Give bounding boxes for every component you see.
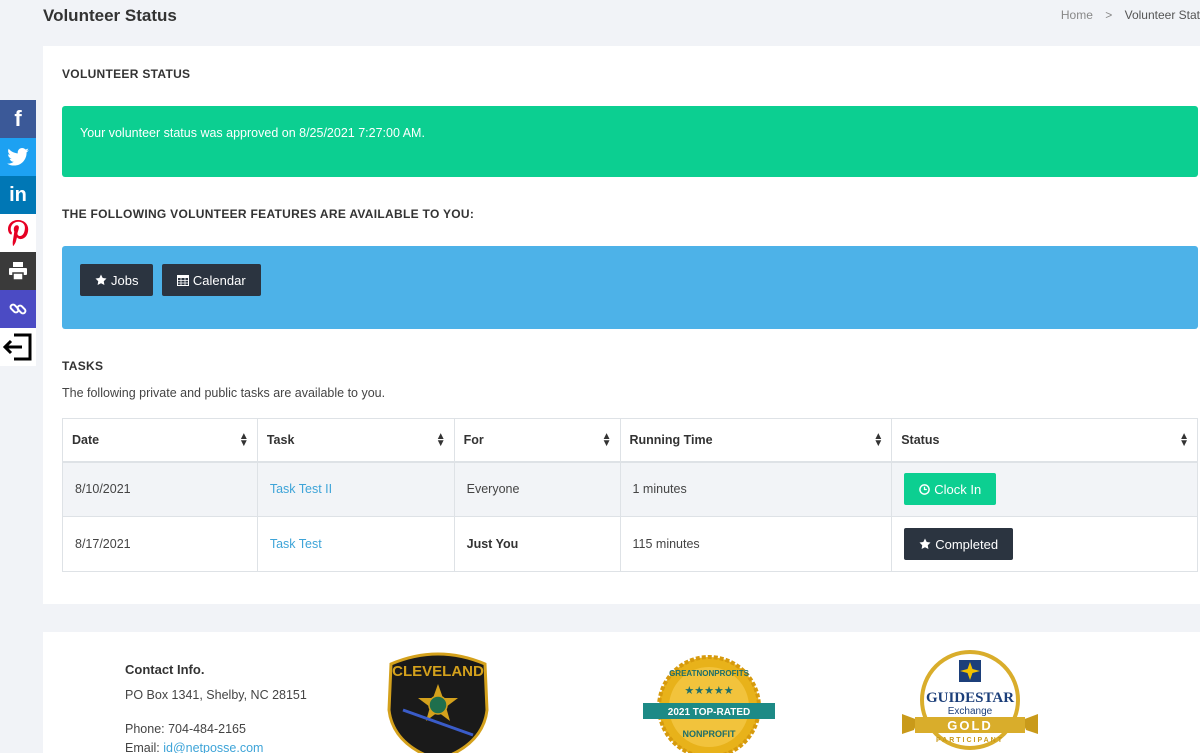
star-icon [95,274,107,285]
column-header-date[interactable]: Date ▲ ▼ [62,418,258,463]
cell-for: Just You [453,516,621,572]
twitter-icon[interactable] [0,138,36,176]
column-header-running-time[interactable]: Running Time ▲ ▼ [619,418,893,463]
guidestar-badge-logo: GUIDESTAR Exchange GOLD PARTICIPANT [902,650,1038,750]
table-row: 8/17/2021 Task Test Just You 115 minutes… [62,516,1198,572]
svg-text:Exchange: Exchange [948,706,993,717]
clock-icon [919,483,931,495]
contact-title: Contact Info. [125,662,205,677]
cell-status: Completed [891,516,1198,572]
linkedin-icon[interactable]: in [0,176,36,214]
contact-email: Email: id@netposse.com [125,741,264,753]
completed-button[interactable]: Completed [904,528,1014,560]
table-header-row: Date ▲ ▼ Task ▲ ▼ For ▲ ▼ Running Time ▲ ▼ Statu… [62,418,1198,463]
calendar-icon [176,275,189,286]
svg-text:PARTICIPANT: PARTICIPANT [936,737,1004,744]
breadcrumb-home[interactable]: Home [1061,8,1093,22]
tasks-title: TASKS [62,359,104,373]
column-header-for[interactable]: For ▲ ▼ [453,418,621,463]
calendar-button[interactable]: Calendar [161,264,261,296]
breadcrumb-separator: > [1105,8,1113,22]
social-share-bar: f in [0,100,36,366]
page-title: Volunteer Status [43,6,177,25]
volunteer-status-title: VOLUNTEER STATUS [62,67,191,81]
contact-address: PO Box 1341, Shelby, NC 28151 [125,688,307,702]
svg-text:★★★★★: ★★★★★ [684,684,733,697]
email-link[interactable]: id@netposse.com [163,741,263,753]
task-link[interactable]: Task Test II [256,461,455,517]
approval-message: Your volunteer status was approved on 8/… [80,126,425,140]
cell-status: Clock In [891,461,1198,517]
svg-text:CLEVELAND: CLEVELAND [392,663,484,680]
features-title: THE FOLLOWING VOLUNTEER FEATURES ARE AVA… [62,207,475,221]
print-icon[interactable] [0,252,36,290]
sort-icon: ▲ ▼ [873,431,884,449]
svg-text:GUIDESTAR: GUIDESTAR [926,690,1014,706]
contact-phone: Phone: 704-484-2165 [125,722,246,736]
star-icon [919,538,931,549]
cell-running-time: 115 minutes [619,516,893,572]
clock-in-button[interactable]: Clock In [904,473,997,506]
approval-alert: Your volunteer status was approved on 8/… [62,106,1198,177]
sort-icon: ▲ ▼ [435,431,446,449]
svg-text:NONPROFIT: NONPROFIT [683,729,737,739]
facebook-icon[interactable]: f [0,100,36,138]
column-header-status[interactable]: Status ▲ ▼ [891,418,1198,463]
sort-icon: ▲ ▼ [601,431,612,449]
table-row: 8/10/2021 Task Test II Everyone 1 minute… [62,461,1198,517]
svg-text:2021 TOP-RATED: 2021 TOP-RATED [668,707,750,718]
jobs-button[interactable]: Jobs [80,264,154,296]
footer: Contact Info. PO Box 1341, Shelby, NC 28… [43,632,1200,753]
svg-text:GREATNONPROFITS: GREATNONPROFITS [669,669,750,678]
column-header-task[interactable]: Task ▲ ▼ [256,418,455,463]
link-icon[interactable] [0,290,36,328]
tasks-description: The following private and public tasks a… [62,386,386,400]
task-link[interactable]: Task Test [256,516,455,572]
svg-text:GOLD: GOLD [947,718,993,733]
cell-for: Everyone [453,461,621,517]
breadcrumb: Home > Volunteer Stat [1061,8,1200,22]
main-card: VOLUNTEER STATUS Your volunteer status w… [43,46,1200,604]
calendar-label: Calendar [192,272,246,288]
features-panel: Jobs Calendar [62,246,1198,329]
sheriff-badge-logo: CLEVELAND [387,652,489,753]
exit-icon[interactable] [0,328,36,366]
pinterest-icon[interactable] [0,214,36,252]
greatnonprofits-badge-logo: GREATNONPROFITS ★★★★★ 2021 TOP-RATED NON… [643,655,775,753]
sort-icon: ▲ ▼ [1179,431,1189,449]
breadcrumb-current: Volunteer Stat [1124,8,1200,22]
tasks-table: Date ▲ ▼ Task ▲ ▼ For ▲ ▼ Running Time ▲ ▼ Statu… [62,418,1198,572]
cell-date: 8/10/2021 [62,461,258,517]
sort-icon: ▲ ▼ [238,431,249,449]
cell-date: 8/17/2021 [62,516,258,572]
jobs-label: Jobs [111,272,139,288]
cell-running-time: 1 minutes [619,461,893,517]
